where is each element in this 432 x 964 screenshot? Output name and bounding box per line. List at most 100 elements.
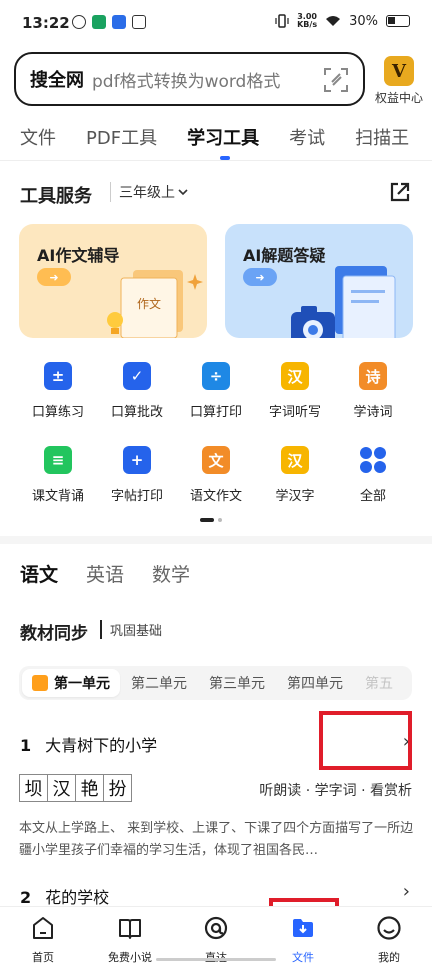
notification-icon <box>72 15 86 29</box>
tool-poetry[interactable]: 诗 学诗词 <box>334 362 412 420</box>
char-cell: 扮 <box>103 774 132 802</box>
nav-label: 首页 <box>32 951 54 964</box>
solve-illustration <box>291 266 396 338</box>
app-notification-icon <box>92 15 106 29</box>
tool-label: 口算批改 <box>110 405 163 420</box>
section-title: 工具服务 <box>20 186 92 207</box>
arrow-right-icon: ➜ <box>37 268 71 286</box>
search-scope-label: 搜全网 <box>30 70 84 91</box>
nav-label: 直达 <box>186 949 246 964</box>
unit-tab-1[interactable]: 第一单元 <box>22 669 120 697</box>
tab-exam[interactable]: 考试 <box>269 118 335 160</box>
bottom-nav: 首页 免费小说 直达 文件 我的 <box>0 906 432 964</box>
share-icon[interactable] <box>388 180 412 204</box>
nav-me[interactable]: 我的 <box>359 915 419 964</box>
oral-math-icon: ± <box>44 362 72 390</box>
subject-tab-math[interactable]: 数学 <box>152 560 190 587</box>
copybook-icon: + <box>123 446 151 474</box>
battery-icon <box>386 15 410 27</box>
tool-label: 全部 <box>359 489 386 504</box>
ai-essay-card[interactable]: AI作文辅导 ➜ 作文 <box>19 224 207 338</box>
dictation-icon: 汉 <box>281 362 309 390</box>
lesson-actions[interactable]: 听朗读 · 学字词 · 看赏析 <box>259 780 412 800</box>
unit-tab-2[interactable]: 第二单元 <box>120 673 198 693</box>
tool-label: 口算练习 <box>31 405 84 420</box>
poetry-icon: 诗 <box>359 362 387 390</box>
wifi-icon <box>326 16 341 26</box>
network-speed: 3.00 KB/s <box>297 12 318 29</box>
essay-art-text: 作文 <box>137 296 161 311</box>
search-input[interactable]: pdf格式转换为word格式 <box>92 67 280 92</box>
tool-label: 字帖打印 <box>110 489 163 504</box>
benefits-center-button[interactable]: V 权益中心 <box>372 56 426 106</box>
grid-apps-icon <box>360 447 386 473</box>
page-indicator <box>200 518 222 522</box>
tool-oral-math-print[interactable]: ÷ 口算打印 <box>177 362 255 420</box>
tab-files[interactable]: 文件 <box>0 118 66 160</box>
nav-label: 免费小说 <box>108 951 152 964</box>
tool-chinese-essay[interactable]: 文 语文作文 <box>177 446 255 504</box>
tool-recitation[interactable]: ≡ 课文背诵 <box>19 446 97 504</box>
page-dot <box>218 518 222 522</box>
tool-dictation[interactable]: 汉 字词听写 <box>256 362 334 420</box>
sync-subtitle: 巩固基础 <box>100 620 162 639</box>
app-notification-icon <box>132 15 146 29</box>
sync-title: 教材同步 <box>20 624 88 644</box>
vip-icon: V <box>384 56 414 86</box>
unit-tab-5[interactable]: 第五 <box>354 673 404 693</box>
page-dot-active <box>200 518 214 522</box>
chevron-right-icon[interactable]: › <box>403 881 410 902</box>
unit-tab-3[interactable]: 第三单元 <box>198 673 276 693</box>
nav-free-novels[interactable]: 免费小说 <box>100 915 160 964</box>
tab-pdf-tools[interactable]: PDF工具 <box>66 118 167 160</box>
subject-tabs: 语文 英语 数学 <box>20 560 190 587</box>
status-time: 13:22 <box>22 14 70 32</box>
nav-home[interactable]: 首页 <box>13 915 73 964</box>
arrow-right-icon: ➜ <box>243 268 277 286</box>
top-tabs: 文件 PDF工具 学习工具 考试 扫描王 翻 <box>0 118 432 160</box>
nav-label: 文件 <box>292 951 314 964</box>
status-bar: 13:22 3.00 KB/s 30% <box>0 0 432 44</box>
lesson-chars: 坝 汉 艳 扮 <box>19 774 132 802</box>
file-download-icon <box>293 919 313 937</box>
tool-label: 学诗词 <box>353 405 393 420</box>
tool-copybook-print[interactable]: + 字帖打印 <box>98 446 176 504</box>
tabs-divider <box>0 160 432 161</box>
lesson-title: 大青树下的小学 <box>45 736 158 755</box>
search-bar[interactable]: 搜全网 pdf格式转换为word格式 <box>14 52 365 106</box>
unit-tabs: 第一单元 第二单元 第三单元 第四单元 第五 <box>19 666 412 700</box>
home-icon <box>33 917 53 939</box>
tab-translate[interactable]: 翻 <box>419 118 432 160</box>
char-cell: 坝 <box>19 774 48 802</box>
subject-tab-english[interactable]: 英语 <box>86 560 124 587</box>
chevron-down-icon <box>178 189 188 196</box>
tool-label: 语文作文 <box>189 489 242 504</box>
grade-selector[interactable]: 三年级上 <box>110 182 188 202</box>
essay-icon: 文 <box>202 446 230 474</box>
tool-oral-math-practice[interactable]: ± 口算练习 <box>19 362 97 420</box>
tab-scanner[interactable]: 扫描王 <box>335 118 419 160</box>
battery-percent: 30% <box>349 13 378 29</box>
lesson-item[interactable]: 2 花的学校 <box>20 884 109 908</box>
nav-direct[interactable]: 直达 <box>186 915 246 964</box>
unit-tab-4[interactable]: 第四单元 <box>276 673 354 693</box>
lesson-number: 1 <box>20 736 32 755</box>
vibrate-icon <box>275 14 289 28</box>
tool-label: 口算打印 <box>189 405 242 420</box>
tab-study-tools[interactable]: 学习工具 <box>167 118 269 160</box>
unit-label: 第一单元 <box>54 676 110 692</box>
book-icon <box>119 919 141 939</box>
gesture-bar <box>156 958 276 961</box>
tool-label: 字词听写 <box>268 405 321 420</box>
scan-camera-icon[interactable] <box>323 67 349 93</box>
tool-label: 课文背诵 <box>31 489 84 504</box>
tool-all[interactable]: 全部 <box>334 446 412 504</box>
lesson-item[interactable]: 1 大青树下的小学 <box>20 732 157 756</box>
tool-oral-math-grading[interactable]: ✓ 口算批改 <box>98 362 176 420</box>
ai-solve-card[interactable]: AI解题答疑 ➜ <box>225 224 413 338</box>
tool-learn-chinese-chars[interactable]: 汉 学汉字 <box>256 446 334 504</box>
lesson-number: 2 <box>20 888 32 907</box>
nav-files[interactable]: 文件 <box>273 915 333 964</box>
char-cell: 汉 <box>47 774 76 802</box>
subject-tab-chinese[interactable]: 语文 <box>20 560 58 587</box>
